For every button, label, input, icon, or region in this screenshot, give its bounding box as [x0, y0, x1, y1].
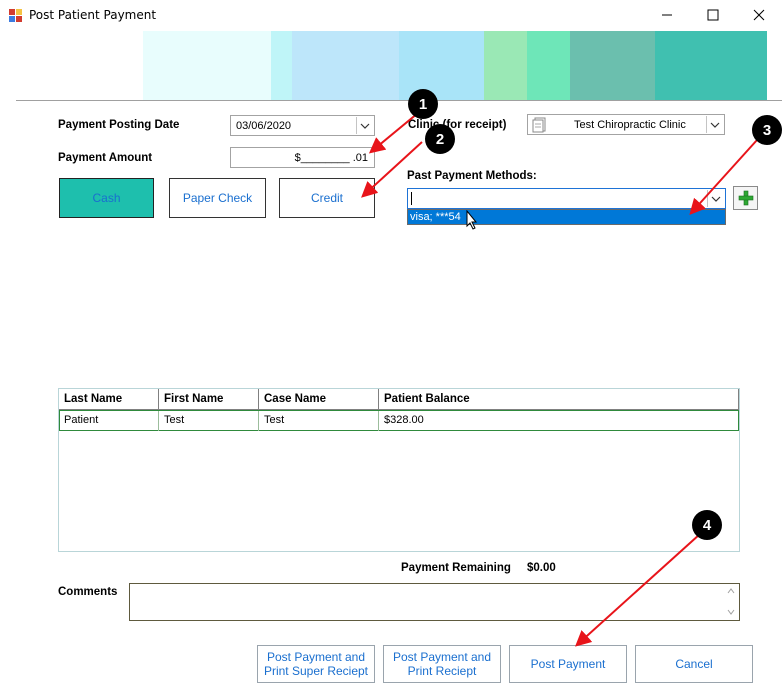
step-1-marker: 1 — [408, 89, 438, 119]
step-3-marker: 3 — [752, 115, 782, 145]
step-4-marker: 4 — [692, 510, 722, 540]
arrow-4 — [575, 533, 701, 647]
step-2-marker: 2 — [425, 124, 455, 154]
arrow-3 — [689, 139, 758, 215]
annotation-arrows — [361, 112, 758, 647]
arrow-1 — [368, 112, 419, 154]
